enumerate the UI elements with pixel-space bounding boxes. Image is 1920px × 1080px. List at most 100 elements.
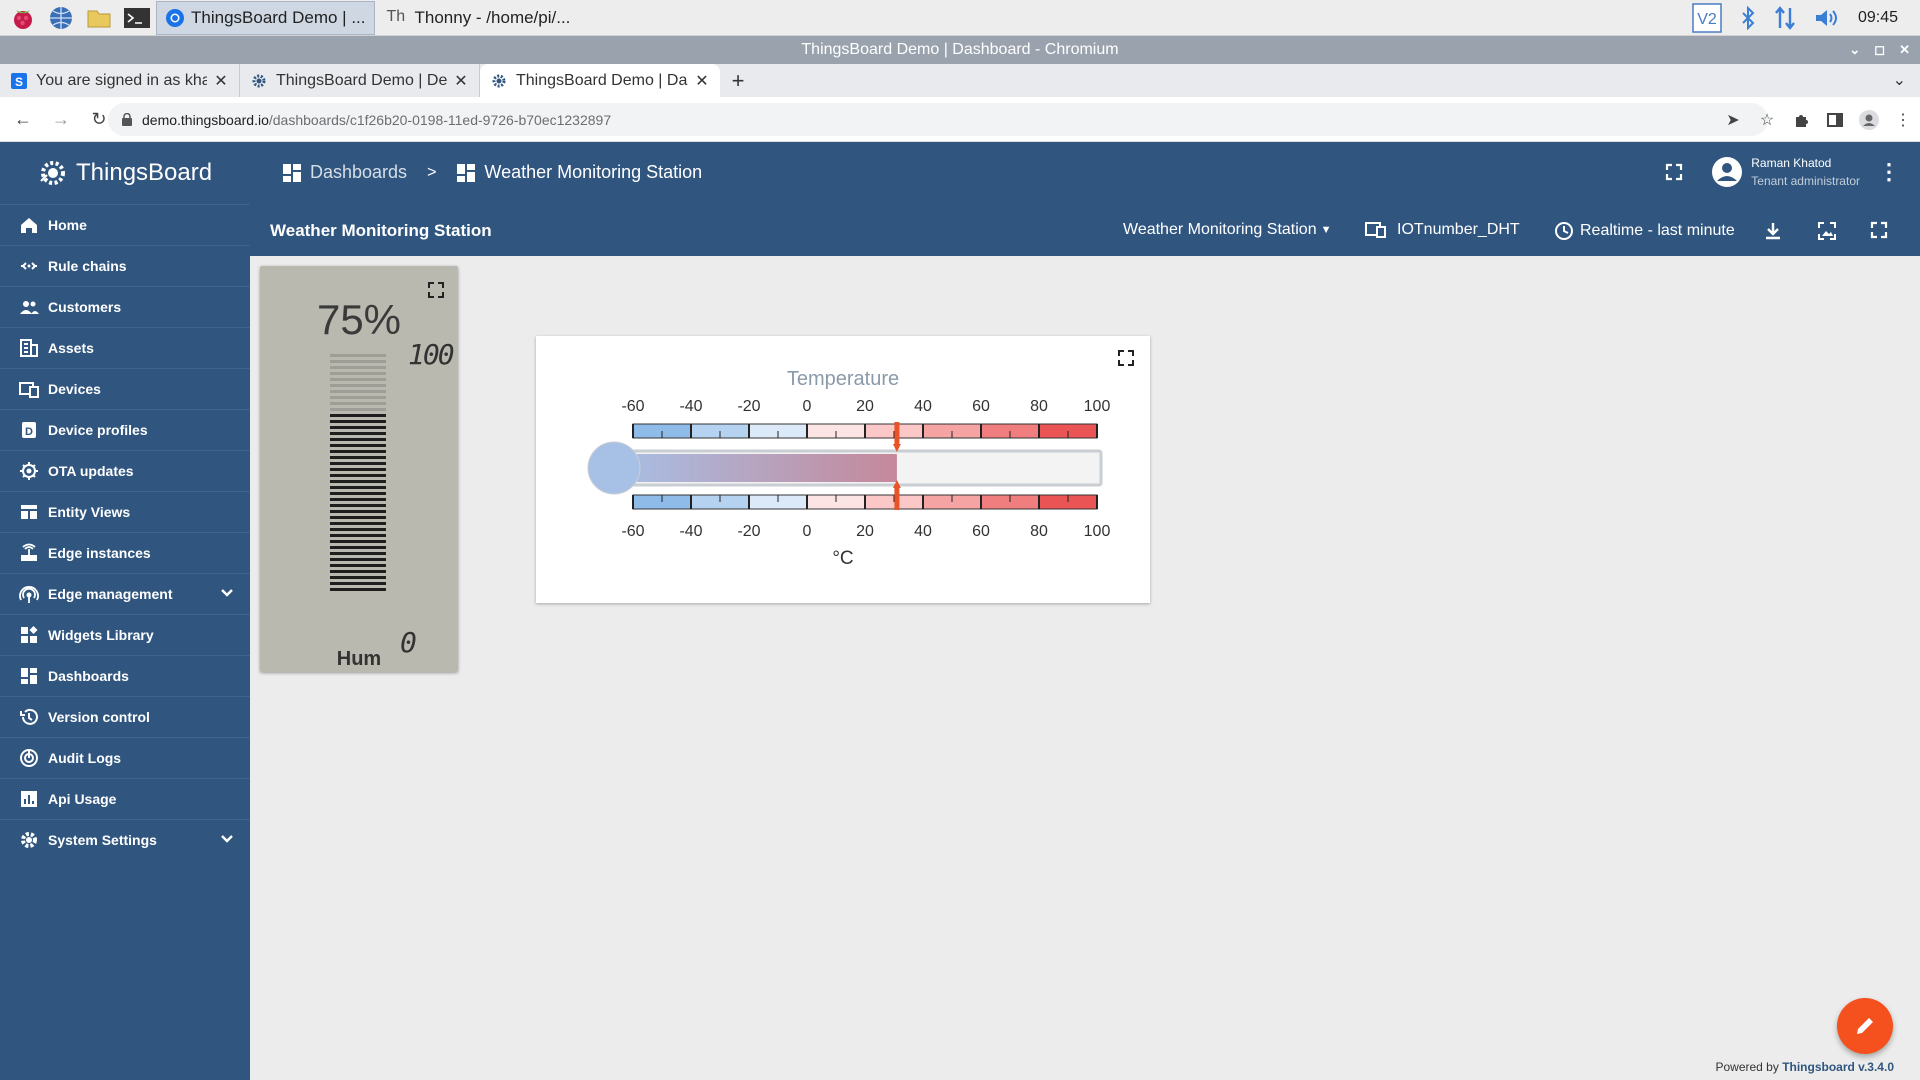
expand-more-icon[interactable] [220,586,234,603]
sidebar-item-edge-management[interactable]: Edge management [0,573,250,614]
sidebar-item-home[interactable]: Home [0,204,250,245]
file-manager-icon[interactable] [84,3,114,33]
temperature-widget[interactable]: Temperature -60 -60 -40 -40 -20 -20 0 0 20 20 40 40… [536,336,1150,603]
edit-dashboard-button[interactable] [1837,998,1893,1054]
timewindow-label: Realtime - last minute [1580,222,1735,239]
sidebar-item-edge-instances[interactable]: Edge instances [0,532,250,573]
tick-label: -40 [679,398,702,415]
dashboard-state-select[interactable]: Weather Monitoring Station ▼ [1123,221,1331,239]
address-bar[interactable]: demo.thingsboard.io/dashboards/c1f26b20-… [108,103,1768,136]
extensions-icon[interactable] [1790,109,1812,131]
gear-icon [490,72,508,90]
device-profiles-icon: D [18,419,40,441]
sidebar-item-system-settings[interactable]: System Settings [0,819,250,860]
terminal-icon[interactable] [122,3,152,33]
user-role: Tenant administrator [1751,174,1860,188]
profile-icon[interactable] [1858,109,1880,131]
thingsboard-logo[interactable]: ThingsBoard [0,142,250,204]
expand-more-icon[interactable] [220,832,234,849]
side-panel-icon[interactable] [1824,109,1846,131]
maximize-icon[interactable]: ◻ [1874,42,1885,58]
sidebar-item-widgets-library[interactable]: Widgets Library [0,614,250,655]
network-icon[interactable] [1774,6,1796,30]
humidity-bar-segment [330,408,386,411]
entity-alias-button[interactable]: IOTnumber_DHT [1365,221,1520,239]
star-icon[interactable]: ☆ [1756,109,1778,131]
taskbar-task-chromium[interactable]: ThingsBoard Demo | ... [156,0,375,35]
new-tab-button[interactable]: + [720,64,756,97]
sidebar-item-device-profiles[interactable]: D Device profiles [0,409,250,450]
sidebar-item-version-control[interactable]: Version control [0,696,250,737]
sidebar-item-api-usage[interactable]: Api Usage [0,778,250,819]
volume-icon[interactable] [1814,7,1840,29]
sidebar-item-devices[interactable]: Devices [0,368,250,409]
tab-search-icon[interactable]: ⌄ [1893,70,1906,90]
bluetooth-icon[interactable] [1740,6,1756,30]
download-icon[interactable] [1764,221,1782,241]
humidity-bar-segment [330,450,386,453]
version-link[interactable]: Thingsboard v.3.4.0 [1782,1060,1894,1074]
humidity-bar-segment [330,522,386,525]
browser-tab-strip: S You are signed in as kha ✕ ThingsBoard… [0,64,1920,97]
dashboard-fullscreen-icon[interactable] [1870,221,1888,239]
thingsboard-logo-icon [40,161,65,185]
clock: 09:45 [1857,9,1898,26]
humidity-bar-segment [330,498,386,501]
history-icon [18,706,40,728]
tab-close-icon[interactable]: ✕ [694,71,710,91]
humidity-bar-segment [330,384,386,387]
gauge-title: Temperature [787,368,899,390]
tick-label: 40 [914,398,932,415]
tab-close-icon[interactable]: ✕ [453,71,469,91]
sidebar-item-label: Device profiles [48,422,148,438]
humidity-bar-segment [330,426,386,429]
sidebar-item-entity-views[interactable]: Entity Views [0,491,250,532]
humidity-bar-segment [330,360,386,363]
browser-tab-active[interactable]: ThingsBoard Demo | Das ✕ [480,64,720,97]
browser-tab[interactable]: ThingsBoard Demo | Dev ✕ [240,64,480,97]
url-host: demo.thingsboard.io [142,111,269,128]
tick-label: 100 [1084,523,1111,540]
browser-tab[interactable]: S You are signed in as kha ✕ [0,64,240,97]
taskbar-task-thonny[interactable]: Th Thonny - /home/pi/... [379,1,579,35]
humidity-bar-segment [330,396,386,399]
minimize-icon[interactable]: ⌄ [1849,42,1860,58]
thermometer-fill [614,454,897,482]
rule-chain-icon [18,255,40,277]
vnc-icon[interactable]: V2 [1692,3,1722,33]
entity-views-icon [18,501,40,523]
sidebar-item-audit-logs[interactable]: Audit Logs [0,737,250,778]
entity-alias-label: IOTnumber_DHT [1397,221,1520,238]
sidebar-item-assets[interactable]: Assets [0,327,250,368]
tab-close-icon[interactable]: ✕ [213,71,229,91]
sidebar-item-label: System Settings [48,832,157,848]
breadcrumb-dashboards[interactable]: Dashboards [310,162,407,183]
humidity-bar-segment [330,588,386,591]
clock-icon [1555,222,1573,240]
sidebar-item-customers[interactable]: Customers [0,286,250,327]
close-icon[interactable]: ✕ [1899,42,1910,58]
sidebar-item-dashboards[interactable]: Dashboards [0,655,250,696]
browser-toolbar: ← → ↻ demo.thingsboard.io/dashboards/c1f… [0,97,1920,142]
sidebar-item-rule-chains[interactable]: Rule chains [0,245,250,286]
humidity-widget[interactable]: 75% 100 0 Hum [260,266,458,672]
humidity-bar-segment [330,354,386,357]
raspberry-menu-icon[interactable] [8,3,38,33]
send-icon[interactable]: ➤ [1722,109,1744,131]
more-vert-icon[interactable]: ⋮ [1878,159,1900,185]
dashboard-title: Weather Monitoring Station [270,221,492,240]
forward-icon[interactable]: → [46,104,76,134]
widgets-icon [18,624,40,646]
humidity-bar-segment [330,540,386,543]
logo-text: ThingsBoard [76,159,213,186]
web-browser-icon[interactable] [46,3,76,33]
timewindow-button[interactable]: Realtime - last minute [1554,221,1735,241]
back-icon[interactable]: ← [8,104,38,134]
export-image-icon[interactable] [1817,221,1837,241]
browser-menu-icon[interactable]: ⋮ [1892,109,1914,131]
sidebar-item-ota-updates[interactable]: OTA updates [0,450,250,491]
fullscreen-icon[interactable] [1665,163,1683,181]
devices-icon [1365,222,1386,238]
user-menu[interactable]: Raman Khatod Tenant administrator ⋮ [1665,154,1900,190]
assets-icon [18,337,40,359]
